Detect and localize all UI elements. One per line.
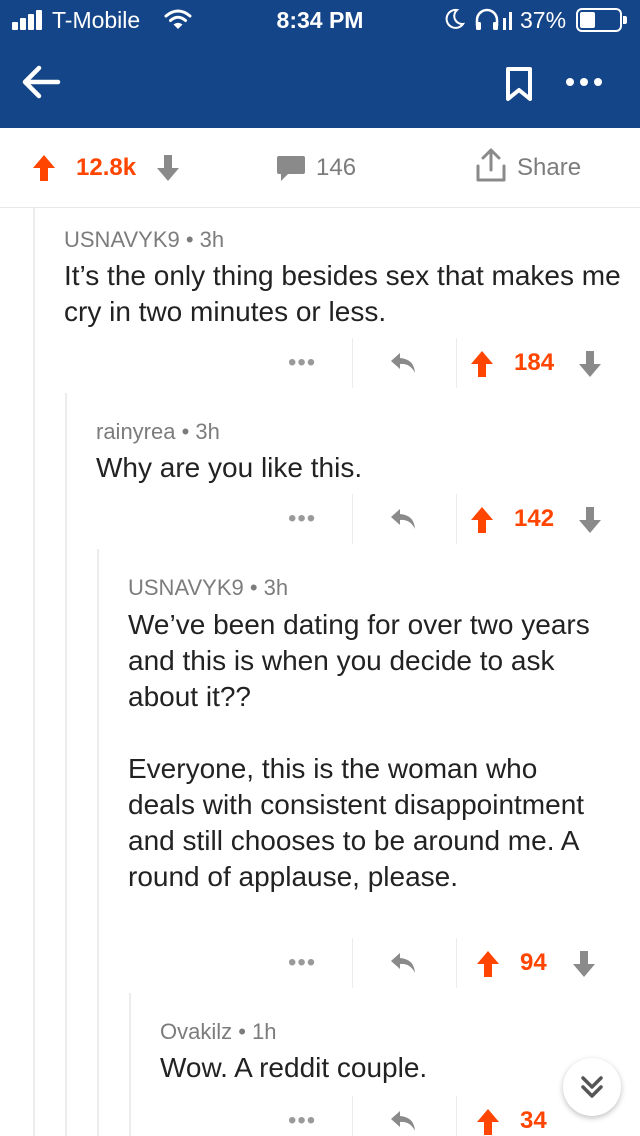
more-dots-icon[interactable]: ••• — [288, 951, 316, 975]
thread-line — [65, 393, 67, 1136]
post-action-bar: 12.8k 146 Share — [0, 128, 640, 208]
comment-body: It’s the only thing besides sex that mak… — [64, 258, 624, 330]
bookmark-icon[interactable] — [504, 66, 534, 102]
upvote-icon[interactable] — [470, 506, 494, 534]
headphones-icon — [475, 8, 512, 30]
more-dots-icon[interactable]: ••• — [288, 351, 316, 375]
comment-text: Why are you like this. — [96, 452, 363, 483]
do-not-disturb-icon — [445, 8, 465, 29]
chevron-down-icon — [581, 1076, 603, 1098]
more-dots-icon[interactable]: ••• — [288, 1109, 316, 1133]
top-bar: T-Mobile 8:34 PM 37% — [0, 0, 640, 128]
comment-meta: rainyrea • 3h — [96, 419, 220, 444]
comment-actions: ••• 142 — [288, 494, 628, 544]
post-score: 12.8k — [76, 154, 137, 181]
back-arrow-icon[interactable] — [20, 62, 62, 102]
status-bar: T-Mobile 8:34 PM 37% — [0, 0, 640, 42]
comment-text: It’s the only thing besides sex that mak… — [64, 260, 621, 327]
comment-count[interactable]: 146 — [316, 154, 356, 182]
comment-score: 34 — [520, 1107, 547, 1134]
downvote-icon[interactable] — [578, 506, 602, 534]
thread-line — [33, 208, 35, 1136]
comment-actions: ••• 184 — [288, 338, 628, 388]
upvote-icon[interactable] — [476, 950, 500, 978]
thread-line — [129, 993, 131, 1136]
comment-score: 94 — [520, 949, 547, 976]
more-dots-icon[interactable]: ••• — [288, 507, 316, 531]
comment-score: 142 — [514, 505, 555, 532]
downvote-icon[interactable] — [156, 154, 180, 182]
share-icon[interactable] — [474, 148, 508, 184]
comment-meta: USNAVYK9 • 3h — [64, 227, 225, 252]
comment-icon[interactable] — [276, 154, 306, 182]
comment-text: We’ve been dating for over two years and… — [128, 609, 590, 712]
upvote-icon[interactable] — [470, 350, 494, 378]
upvote-icon[interactable] — [32, 154, 56, 182]
comment-meta: Ovakilz • 1h — [160, 1019, 277, 1044]
battery-percent: 37% — [520, 7, 567, 33]
more-icon[interactable] — [562, 70, 606, 94]
comment-score: 184 — [514, 349, 555, 376]
comment-body: Wow. A reddit couple. — [160, 1050, 560, 1086]
comment-meta: USNAVYK9 • 3h — [128, 575, 289, 600]
reply-icon[interactable] — [388, 350, 418, 376]
battery-icon — [576, 8, 627, 32]
comment-actions: ••• 94 — [288, 938, 628, 988]
reply-icon[interactable] — [388, 506, 418, 532]
downvote-icon[interactable] — [572, 950, 596, 978]
comment-body: We’ve been dating for over two years and… — [128, 607, 608, 895]
reply-icon[interactable] — [388, 1108, 418, 1134]
downvote-icon[interactable] — [578, 350, 602, 378]
comment-text: Everyone, this is the woman who deals wi… — [128, 753, 585, 892]
comment-body: Why are you like this. — [96, 450, 624, 486]
share-button[interactable]: Share — [517, 154, 581, 182]
reply-icon[interactable] — [388, 950, 418, 976]
comment-text: Wow. A reddit couple. — [160, 1052, 428, 1083]
next-comment-button[interactable] — [563, 1058, 621, 1116]
thread-line — [97, 549, 99, 1136]
upvote-icon[interactable] — [476, 1108, 500, 1136]
